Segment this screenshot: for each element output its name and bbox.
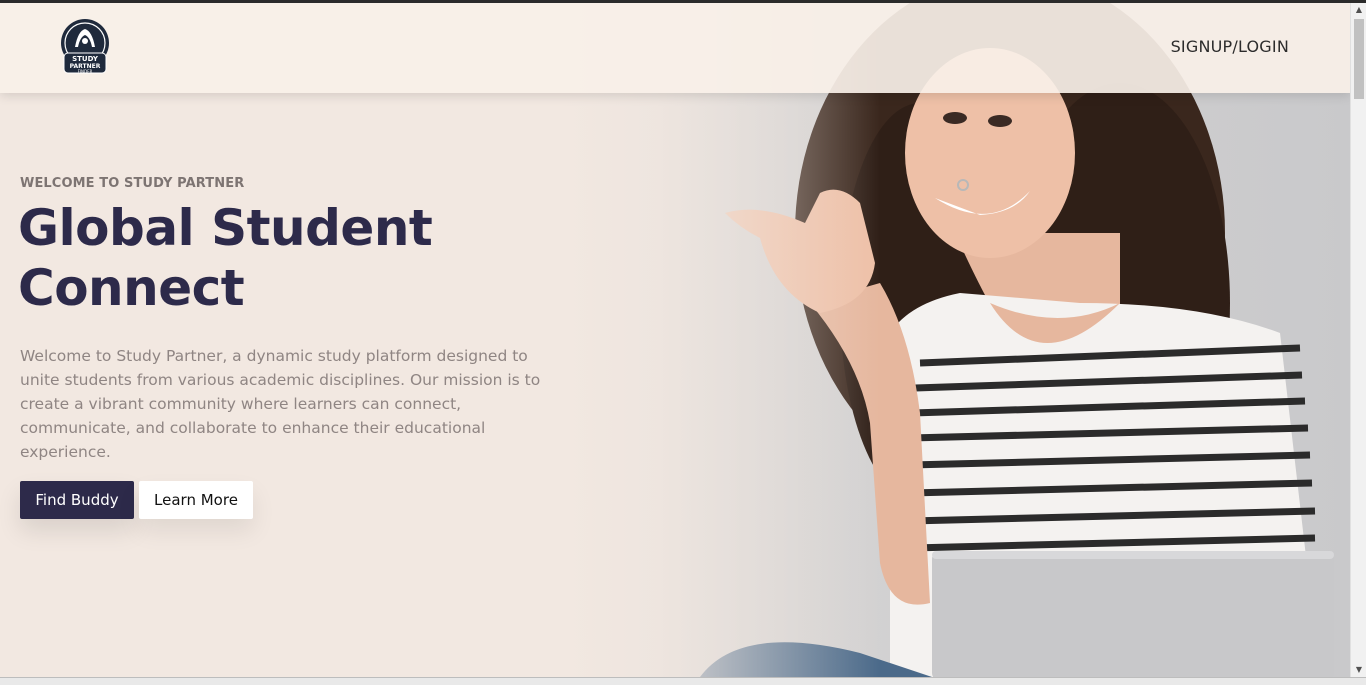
find-buddy-button[interactable]: Find Buddy: [20, 481, 134, 519]
site-header: STUDY PARTNER FINDER SIGNUP/LOGIN: [0, 3, 1350, 93]
triangle-down-icon[interactable]: ▼: [1351, 663, 1366, 677]
hero-image-fade: [560, 3, 880, 677]
hero-title: Global Student Connect: [18, 199, 433, 317]
signup-login-link[interactable]: SIGNUP/LOGIN: [1171, 37, 1289, 56]
logo-text-line-3: FINDER: [78, 69, 93, 74]
logo-text-line-1: STUDY: [72, 55, 99, 63]
scrollbar-thumb[interactable]: [1354, 19, 1364, 99]
hero-description: Welcome to Study Partner, a dynamic stud…: [20, 347, 541, 461]
study-partner-finder-logo: STUDY PARTNER FINDER: [61, 19, 109, 74]
logo[interactable]: STUDY PARTNER FINDER: [58, 17, 112, 79]
page-viewport: STUDY PARTNER FINDER SIGNUP/LOGIN WELCOM…: [0, 3, 1366, 677]
vertical-scrollbar[interactable]: ▲ ▼: [1350, 3, 1366, 677]
hero-eyebrow: WELCOME TO STUDY PARTNER: [20, 176, 245, 191]
learn-more-button[interactable]: Learn More: [139, 481, 253, 519]
triangle-up-icon[interactable]: ▲: [1351, 3, 1366, 17]
